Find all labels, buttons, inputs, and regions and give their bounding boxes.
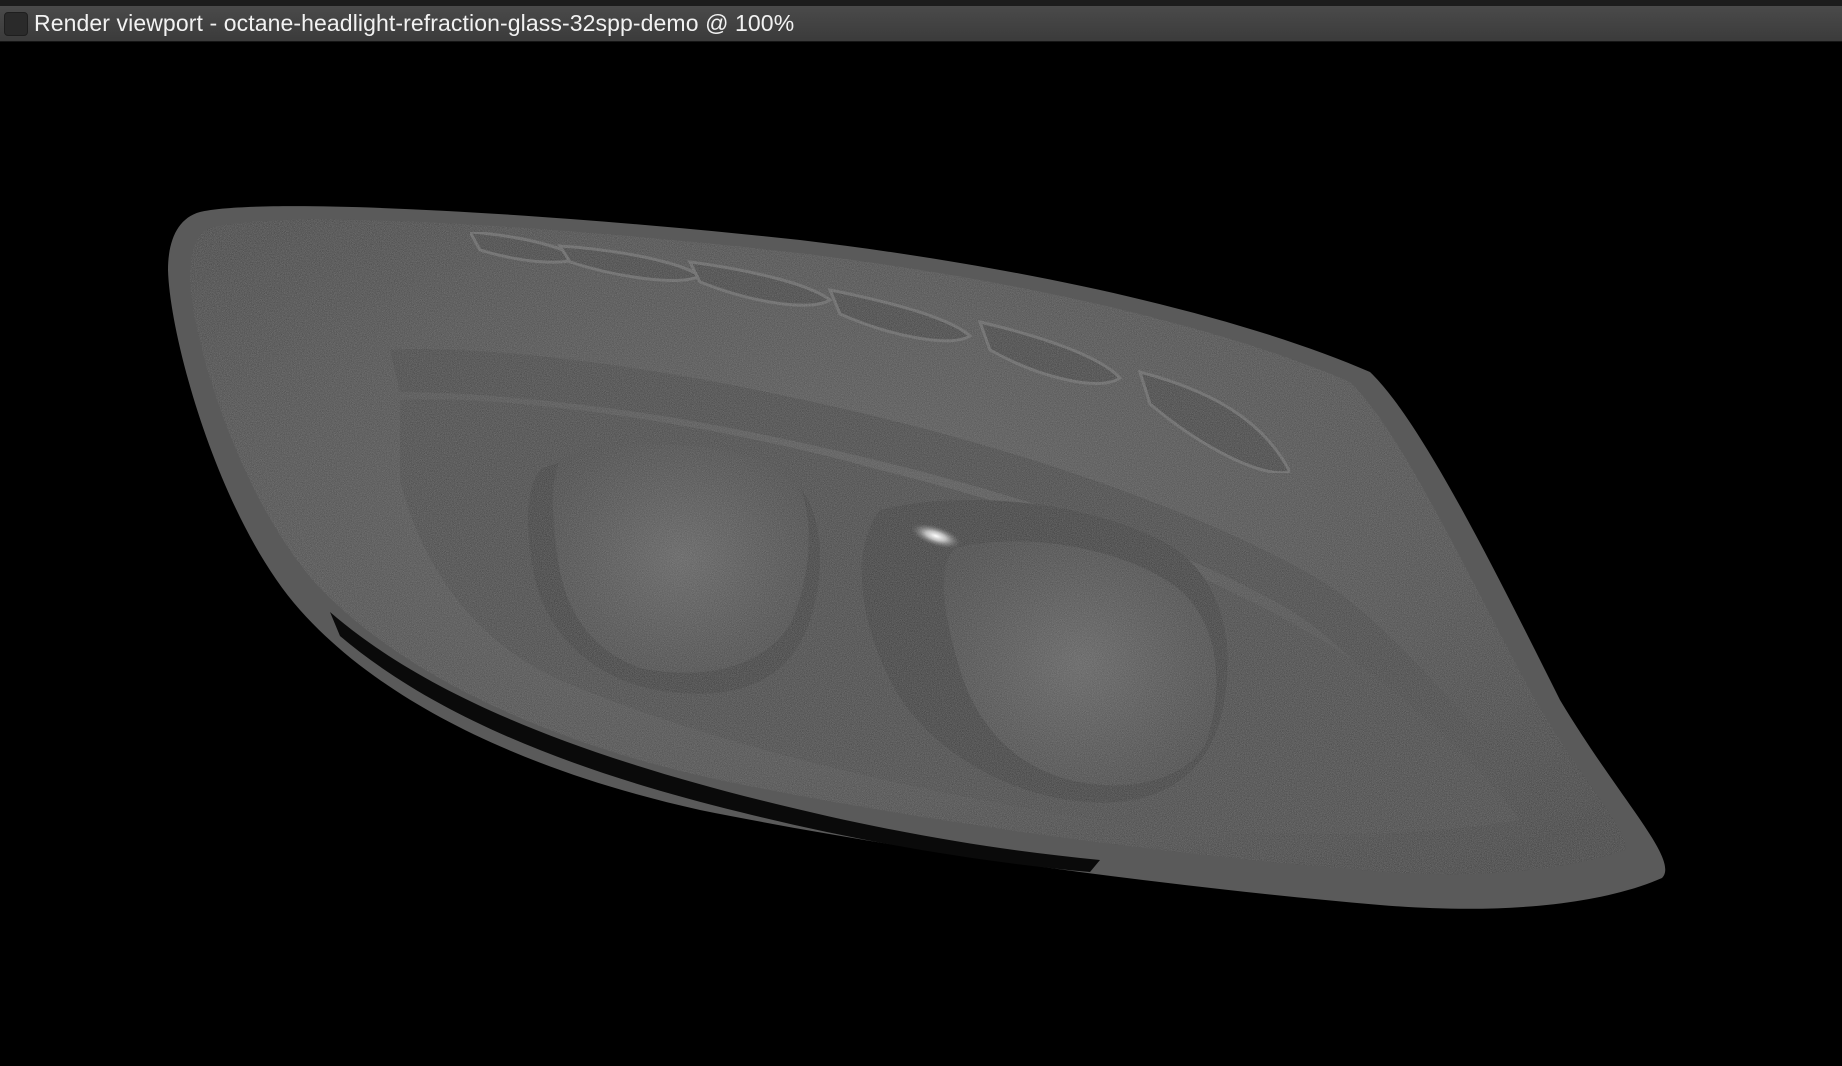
window-close-button[interactable]	[4, 11, 28, 36]
render-viewport[interactable]	[0, 42, 1842, 1066]
window-title: Render viewport - octane-headlight-refra…	[34, 10, 795, 36]
title-bar: Render viewport - octane-headlight-refra…	[0, 0, 1842, 42]
headlight-render	[168, 206, 1666, 909]
